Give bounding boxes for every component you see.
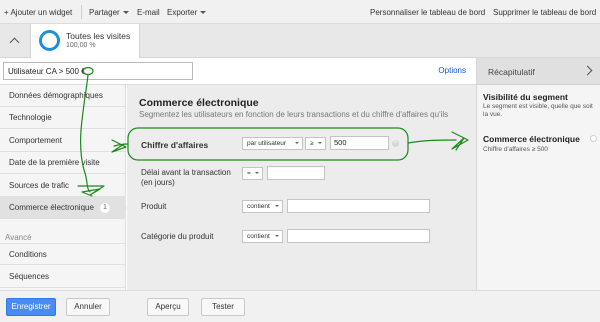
dashboard-toolbar: + Ajouter un widget Partager E-mail Expo… [0, 0, 600, 24]
segment-category-nav: Données démographiques Technologie Compo… [0, 85, 127, 290]
chevron-down-icon [318, 142, 322, 144]
segment-strip: Toutes les visites 100,00 % [0, 24, 600, 58]
advanced-heading: Avancé [5, 233, 32, 242]
active-pointer [120, 201, 127, 215]
chevron-up-icon [9, 37, 19, 48]
cancel-button[interactable]: Annuler [66, 298, 110, 316]
product-operator-value: contient [247, 203, 270, 210]
ecommerce-panel: Commerce électronique Segmentez les util… [127, 85, 476, 290]
preview-button[interactable]: Aperçu [147, 298, 189, 316]
nav-item-demographics[interactable]: Données démographiques [0, 85, 126, 107]
segment-ring-icon [39, 30, 60, 51]
nav-item-conditions[interactable]: Conditions [0, 243, 126, 265]
chevron-down-icon [275, 235, 279, 237]
revenue-operator-value: ≥ [310, 140, 314, 147]
chevron-down-icon [200, 11, 207, 15]
product-category-label: Catégorie du produit [141, 232, 214, 241]
days-to-transaction-label: Délai avant la transaction (en jours) [141, 168, 231, 187]
nav-item-traffic-sources[interactable]: Sources de trafic [0, 175, 126, 197]
segment-percentage: 100,00 % [66, 42, 96, 49]
nav-item-ecommerce[interactable]: Commerce électronique 1 [0, 197, 127, 219]
email-button[interactable]: E-mail [137, 8, 160, 17]
segment-title: Toutes les visites [66, 31, 131, 41]
summary-header: Récapitulatif [477, 58, 600, 85]
share-menu[interactable]: Partager [89, 8, 129, 17]
category-value-input[interactable] [287, 229, 430, 243]
visibility-title: Visibilité du segment [483, 92, 568, 102]
share-label: Partager [89, 8, 120, 17]
nav-item-technology[interactable]: Technologie [0, 107, 126, 129]
options-link[interactable]: Options [438, 66, 466, 75]
segment-card[interactable]: Toutes les visites 100,00 % [30, 24, 140, 58]
summary-ecommerce-title: Commerce électronique [483, 134, 580, 144]
remove-condition-icon[interactable]: × [392, 140, 399, 147]
category-operator-select[interactable]: contient [242, 230, 283, 243]
nav-item-sequences[interactable]: Séquences [0, 266, 126, 288]
panel-title: Commerce électronique [139, 97, 259, 109]
delete-dashboard-button[interactable]: Supprimer le tableau de bord [493, 8, 596, 17]
revenue-label: Chiffre d'affaires [141, 140, 209, 150]
chevron-down-icon [255, 172, 259, 174]
product-operator-select[interactable]: contient [242, 200, 283, 213]
chevron-down-icon [275, 205, 279, 207]
revenue-operator-select[interactable]: ≥ [305, 137, 326, 150]
customize-dashboard-button[interactable]: Personnaliser le tableau de bord [370, 8, 485, 17]
days-operator-select[interactable]: = [242, 167, 263, 180]
days-operator-value: = [247, 170, 251, 177]
save-button[interactable]: Enregistrer [6, 298, 56, 316]
test-button[interactable]: Tester [201, 298, 245, 316]
toolbar-divider [81, 5, 82, 19]
revenue-scope-select[interactable]: par utilisateur [242, 137, 303, 150]
visibility-text: Le segment est visible, quelle que soit [483, 103, 593, 110]
nav-item-behavior[interactable]: Comportement [0, 130, 126, 152]
product-label: Produit [141, 202, 167, 211]
revenue-value-input[interactable]: 500 [330, 136, 389, 150]
summary-title: Récapitulatif [488, 67, 535, 77]
collapse-button[interactable] [0, 24, 28, 58]
panel-description: Segmentez les utilisateurs en fonction d… [139, 110, 449, 119]
export-menu[interactable]: Exporter [167, 8, 207, 17]
condition-count-badge: 1 [100, 203, 110, 213]
summary-ecommerce-condition: Chiffre d'affaires ≥ 500 [483, 146, 548, 153]
chevron-down-icon [295, 142, 299, 144]
revenue-scope-value: par utilisateur [247, 140, 287, 147]
add-widget-button[interactable]: + Ajouter un widget [4, 8, 72, 17]
segment-name-input[interactable] [3, 62, 193, 80]
days-value-input[interactable] [267, 166, 325, 180]
nav-item-ecommerce-label: Commerce électronique [9, 203, 94, 212]
visibility-text-continued: la vue. [483, 111, 503, 118]
segment-name-row: Options [0, 58, 476, 85]
nav-item-first-visit-date[interactable]: Date de la première visite [0, 152, 126, 174]
remove-summary-icon[interactable] [590, 135, 597, 142]
footer-bar: Enregistrer Annuler Aperçu Tester [0, 290, 600, 322]
product-value-input[interactable] [287, 199, 430, 213]
summary-panel: Récapitulatif Visibilité du segment Le s… [476, 58, 600, 290]
category-operator-value: contient [247, 233, 270, 240]
chevron-right-icon[interactable] [582, 65, 593, 76]
export-label: Exporter [167, 8, 198, 17]
chevron-down-icon [122, 11, 129, 15]
